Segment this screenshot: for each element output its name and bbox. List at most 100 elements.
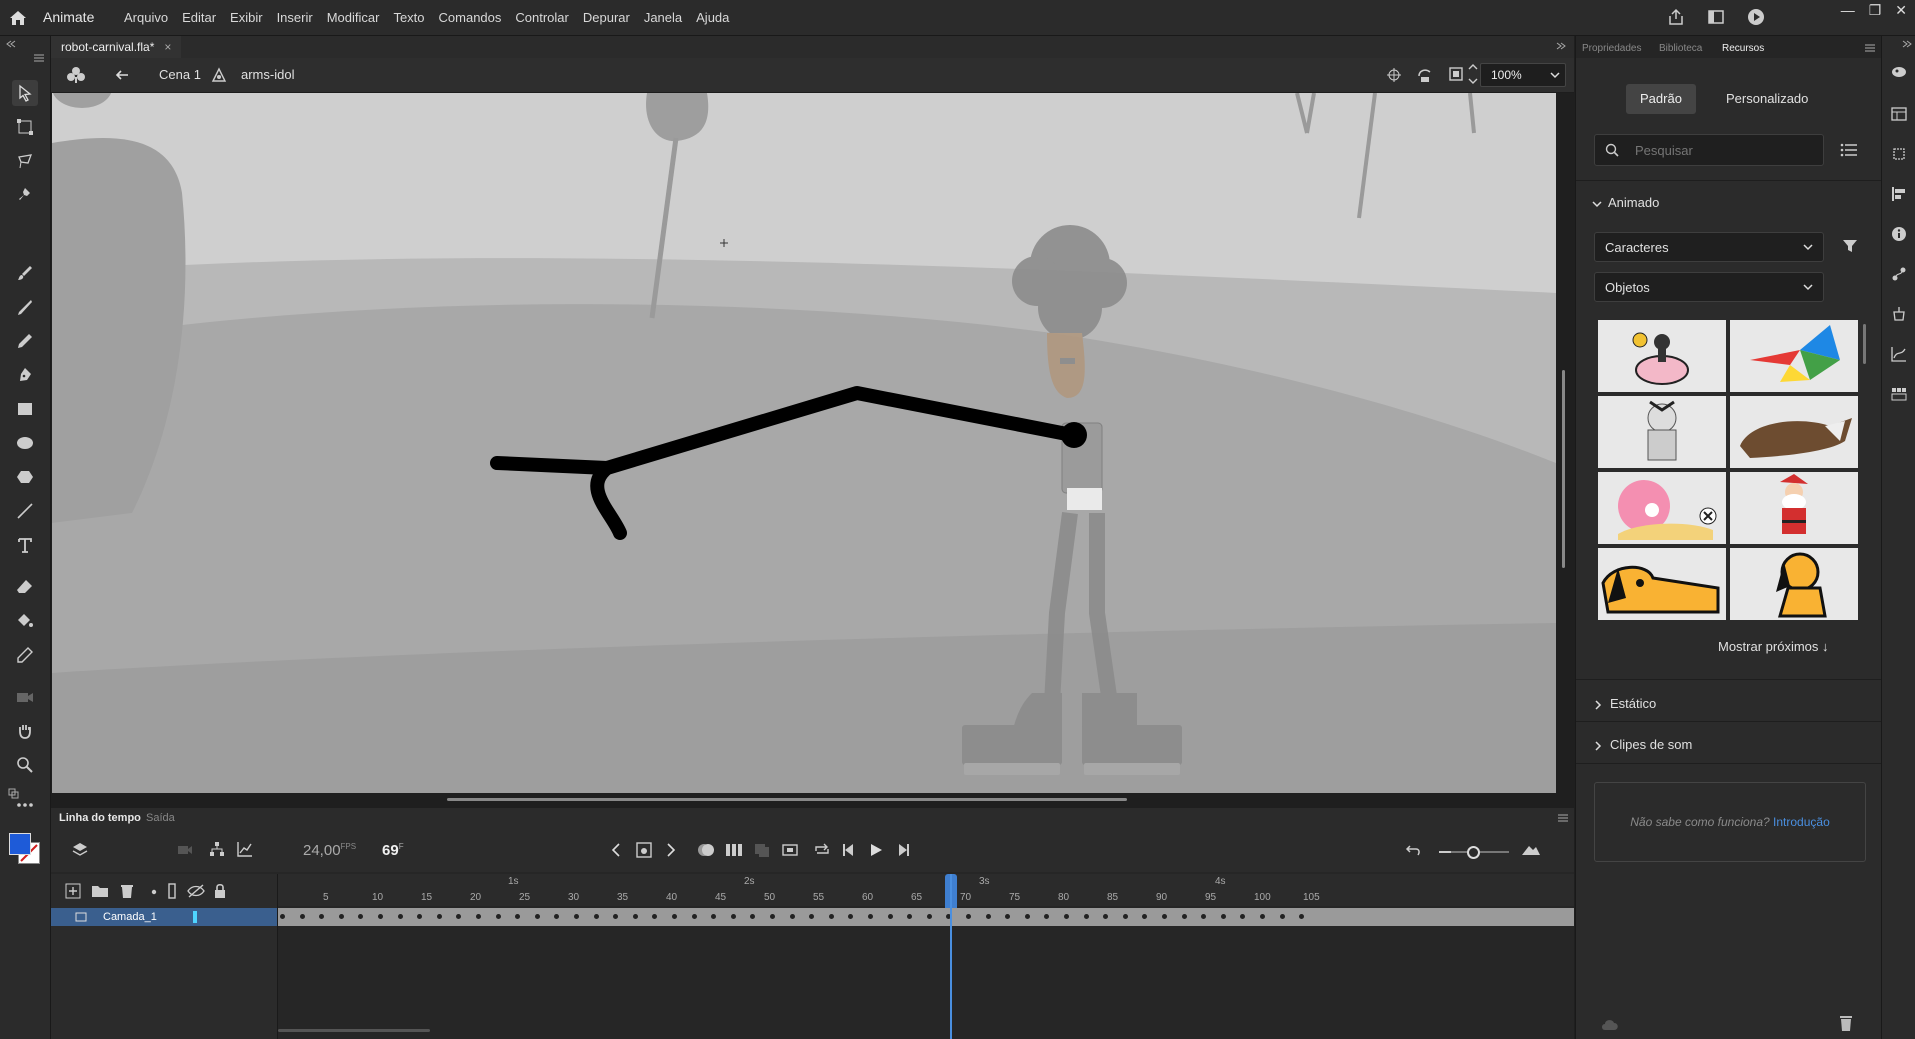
asset-thumbnail-snail[interactable]: [1598, 472, 1726, 544]
menu-arquivo[interactable]: Arquivo: [124, 10, 168, 25]
center-stage-icon[interactable]: [1468, 63, 1478, 85]
asset-warp-tool[interactable]: [12, 182, 38, 208]
segment-custom[interactable]: Personalizado: [1712, 84, 1822, 114]
lasso-tool[interactable]: [12, 148, 38, 174]
menu-inserir[interactable]: Inserir: [277, 10, 313, 25]
line-tool[interactable]: [12, 498, 38, 524]
onion-skin-icon[interactable]: [697, 842, 715, 858]
delete-asset-icon[interactable]: [1838, 1014, 1854, 1032]
assets-scrollbar[interactable]: [1863, 324, 1866, 364]
paint-brush-tool[interactable]: [12, 260, 38, 286]
asset-thumbnail-wolf[interactable]: [1730, 396, 1858, 468]
stage-vertical-scrollbar[interactable]: [1562, 370, 1565, 568]
back-arrow-icon[interactable]: [115, 68, 129, 82]
loop-selection-icon[interactable]: [753, 842, 771, 858]
library-strip-icon[interactable]: [1891, 106, 1907, 122]
test-movie-icon[interactable]: [1747, 8, 1765, 26]
assets-strip-icon[interactable]: [1891, 64, 1907, 80]
eyedropper-tool[interactable]: [12, 642, 38, 668]
list-view-icon[interactable]: [1840, 142, 1858, 158]
menu-janela[interactable]: Janela: [644, 10, 682, 25]
highlight-dot-icon[interactable]: [151, 889, 157, 895]
stroke-color-swatch[interactable]: [9, 833, 31, 855]
category-dropdown-objects[interactable]: Objetos: [1594, 272, 1824, 302]
menu-depurar[interactable]: Depurar: [583, 10, 630, 25]
asset-thumbnail-pig-rider[interactable]: [1598, 320, 1726, 392]
layers-icon[interactable]: [71, 841, 89, 859]
minimize-button[interactable]: —: [1841, 2, 1855, 19]
tab-properties[interactable]: Propriedades: [1582, 43, 1641, 54]
selection-tool[interactable]: [12, 80, 38, 106]
zoom-mountain-icon[interactable]: [1521, 842, 1541, 856]
intro-link[interactable]: Introdução: [1773, 815, 1830, 829]
delete-layer-icon[interactable]: [119, 883, 135, 899]
playhead[interactable]: [950, 874, 952, 1039]
hide-all-icon[interactable]: [187, 883, 205, 899]
menu-lines-icon[interactable]: [34, 54, 44, 62]
layer-row[interactable]: Camada_1: [51, 908, 277, 926]
rotate-stage-icon[interactable]: [1416, 66, 1434, 84]
swatches-strip-icon[interactable]: [1891, 386, 1907, 402]
menu-texto[interactable]: Texto: [393, 10, 424, 25]
timeline-ruler[interactable]: 1s 2s 3s 4s 5 10 15 20 25 30 35 40 45 50 55 60 65 70 7…: [278, 874, 1574, 906]
section-static[interactable]: Estático: [1594, 696, 1656, 711]
free-transform-tool[interactable]: [12, 114, 38, 140]
section-animated[interactable]: Animado: [1592, 195, 1659, 210]
paint-bucket-tool[interactable]: [12, 608, 38, 634]
parent-view-icon[interactable]: [209, 841, 225, 857]
motion-editor-strip-icon[interactable]: [1891, 346, 1907, 362]
pencil-tool[interactable]: [12, 328, 38, 354]
play-icon[interactable]: [869, 843, 883, 857]
menu-modificar[interactable]: Modificar: [327, 10, 380, 25]
menu-editar[interactable]: Editar: [182, 10, 216, 25]
new-layer-icon[interactable]: [65, 883, 81, 899]
collapse-icon[interactable]: [6, 40, 16, 48]
fluid-brush-tool[interactable]: [12, 294, 38, 320]
transform-strip-icon[interactable]: [1891, 146, 1907, 162]
eraser-tool[interactable]: [12, 574, 38, 600]
expand-icon[interactable]: [1902, 40, 1912, 48]
next-keyframe-icon[interactable]: [666, 843, 676, 857]
segment-default[interactable]: Padrão: [1626, 84, 1696, 114]
section-sound-clips[interactable]: Clipes de som: [1594, 737, 1692, 752]
current-frame[interactable]: 69F: [382, 842, 404, 859]
menu-exibir[interactable]: Exibir: [230, 10, 263, 25]
breadcrumb-scene[interactable]: Cena 1: [159, 67, 201, 82]
zoom-slider-knob[interactable]: [1467, 846, 1480, 859]
publish-icon[interactable]: [1667, 8, 1685, 26]
tab-output[interactable]: Saída: [146, 812, 175, 824]
components-strip-icon[interactable]: [1891, 306, 1907, 322]
zoom-tool[interactable]: [12, 752, 38, 778]
home-icon[interactable]: [8, 8, 28, 28]
restore-button[interactable]: ❐: [1869, 2, 1882, 19]
timeline-horizontal-scrollbar[interactable]: [278, 1029, 430, 1032]
insert-keyframe-icon[interactable]: [635, 841, 653, 859]
asset-thumbnail-dog-lying[interactable]: [1598, 548, 1726, 620]
search-field[interactable]: [1594, 134, 1824, 166]
breadcrumb-symbol[interactable]: arms-idol: [241, 67, 294, 82]
filter-icon[interactable]: [1842, 238, 1858, 254]
clip-stage-icon[interactable]: [1448, 66, 1464, 82]
menu-comandos[interactable]: Comandos: [439, 10, 502, 25]
tab-assets[interactable]: Recursos: [1722, 43, 1764, 54]
frame-row[interactable]: [278, 908, 1574, 926]
rectangle-tool[interactable]: [12, 396, 38, 422]
close-window-button[interactable]: ✕: [1895, 2, 1907, 19]
tab-library[interactable]: Biblioteca: [1659, 43, 1702, 54]
panel-menu-icon[interactable]: [1865, 44, 1875, 52]
asset-thumbnail-mummy[interactable]: [1598, 396, 1726, 468]
tab-timeline[interactable]: Linha do tempo: [59, 812, 141, 824]
close-tab-button[interactable]: ×: [164, 40, 171, 54]
snap-icon[interactable]: [1386, 67, 1402, 83]
camera-tool[interactable]: [12, 684, 38, 710]
edit-multiple-frames-icon[interactable]: [725, 842, 743, 858]
frame-mark-icon[interactable]: [781, 842, 799, 858]
prev-keyframe-icon[interactable]: [611, 843, 621, 857]
menu-controlar[interactable]: Controlar: [515, 10, 568, 25]
stage-horizontal-scrollbar[interactable]: [447, 798, 1127, 801]
layer-name[interactable]: Camada_1: [103, 911, 157, 923]
asset-thumbnail-parrot[interactable]: [1730, 320, 1858, 392]
edit-symbols-icon[interactable]: [66, 65, 86, 85]
frames-area[interactable]: 1s 2s 3s 4s 5 10 15 20 25 30 35 40 45 50 55 60 65 70 7…: [278, 874, 1574, 1039]
workspace-icon[interactable]: [1707, 8, 1725, 26]
